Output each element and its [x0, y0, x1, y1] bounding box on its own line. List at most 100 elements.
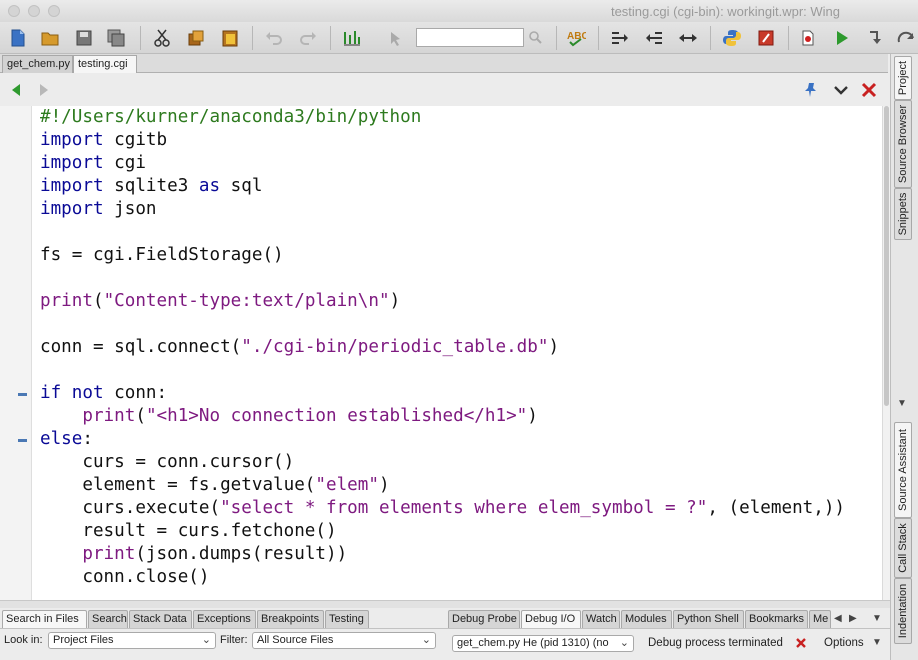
toolbar-search-input[interactable] — [416, 28, 524, 47]
scrollbar-thumb[interactable] — [884, 106, 889, 406]
save-icon[interactable] — [74, 28, 94, 48]
tab-me[interactable]: Me — [809, 610, 831, 628]
tab-source-browser[interactable]: Source Browser — [894, 100, 912, 188]
tab-breakpoints[interactable]: Breakpoints — [257, 610, 324, 628]
debug-close-icon[interactable] — [795, 637, 807, 649]
tab-watch[interactable]: Watch — [582, 610, 620, 628]
code-line[interactable]: curs = conn.cursor() — [40, 451, 845, 474]
reformat-icon[interactable] — [678, 28, 698, 48]
tab-scroll-right-icon[interactable]: ▶ — [849, 613, 857, 624]
run-icon[interactable] — [832, 28, 852, 48]
step-over-icon[interactable] — [896, 28, 916, 48]
code-line[interactable]: result = curs.fetchone() — [40, 520, 845, 543]
code-line[interactable]: element = fs.getvalue("elem") — [40, 474, 845, 497]
tab-indentation[interactable]: Indentation — [894, 578, 912, 644]
copy-icon[interactable] — [186, 28, 206, 48]
tab-call-stack[interactable]: Call Stack — [894, 518, 912, 578]
editor-scrollbar[interactable] — [882, 106, 890, 600]
undo-icon[interactable] — [264, 28, 284, 48]
select-icon[interactable] — [386, 28, 406, 48]
open-folder-icon[interactable] — [40, 28, 60, 48]
code-content[interactable]: #!/Users/kurner/anaconda3/bin/python impo… — [40, 106, 845, 589]
bottom-left-tab-bar: Search in Files Search Stack Data Except… — [0, 608, 442, 628]
tab-testing-cgi[interactable]: testing.cgi — [73, 55, 137, 73]
tab-project[interactable]: Project — [894, 56, 912, 100]
code-token: ) — [389, 291, 401, 311]
code-line[interactable]: import cgitb — [40, 129, 845, 152]
code-line[interactable] — [40, 359, 845, 382]
breakpoint-icon[interactable] — [798, 28, 818, 48]
code-line[interactable]: conn = sql.connect("./cgi-bin/periodic_t… — [40, 336, 845, 359]
tab-scroll-left-icon[interactable]: ◀ — [834, 613, 842, 624]
code-line[interactable] — [40, 221, 845, 244]
minimize-window-button[interactable] — [28, 5, 40, 17]
back-arrow-icon[interactable] — [8, 81, 26, 99]
code-line[interactable] — [40, 313, 845, 336]
redo-icon[interactable] — [298, 28, 318, 48]
chevron-down-icon[interactable] — [832, 81, 850, 99]
close-window-button[interactable] — [8, 5, 20, 17]
tab-get-chem-py[interactable]: get_chem.py — [2, 55, 73, 73]
options-menu-button[interactable]: Options — [824, 637, 864, 649]
fold-marker[interactable] — [18, 393, 27, 396]
code-editor[interactable]: #!/Users/kurner/anaconda3/bin/python impo… — [0, 106, 882, 600]
code-line[interactable]: import json — [40, 198, 845, 221]
indent-guide-icon[interactable] — [342, 28, 362, 48]
code-token: conn = sql.connect( — [40, 337, 242, 357]
tab-stack-data[interactable]: Stack Data — [129, 610, 192, 628]
tab-bookmarks[interactable]: Bookmarks — [745, 610, 808, 628]
tab-debug-io[interactable]: Debug I/O — [521, 610, 581, 628]
code-line[interactable]: import sqlite3 as sql — [40, 175, 845, 198]
tab-modules[interactable]: Modules — [621, 610, 672, 628]
new-file-icon[interactable] — [8, 28, 28, 48]
chevron-down-icon: ⌄ — [619, 637, 629, 649]
paste-icon[interactable] — [220, 28, 240, 48]
filter-select[interactable]: All Source Files ⌄ — [252, 632, 436, 649]
close-icon[interactable] — [860, 81, 878, 99]
tab-search[interactable]: Search — [88, 610, 128, 628]
python-icon[interactable] — [722, 28, 742, 48]
tab-search-in-files[interactable]: Search in Files — [2, 610, 87, 628]
forward-arrow-icon[interactable] — [34, 81, 52, 99]
fold-marker[interactable] — [18, 439, 27, 442]
code-line[interactable]: print("Content-type:text/plain\n") — [40, 290, 845, 313]
search-icon[interactable] — [526, 28, 546, 48]
tab-exceptions[interactable]: Exceptions — [193, 610, 256, 628]
debug-process-select[interactable]: get_chem.py He (pid 1310) (no ⌄ — [452, 635, 634, 652]
zoom-window-button[interactable] — [48, 5, 60, 17]
code-token: "./cgi-bin/periodic_table.db" — [241, 337, 549, 357]
code-token: sqlite3 — [103, 176, 199, 196]
tab-python-shell[interactable]: Python Shell — [673, 610, 744, 628]
look-in-select[interactable]: Project Files ⌄ — [48, 632, 216, 649]
tab-snippets[interactable]: Snippets — [894, 188, 912, 240]
options-dropdown-icon[interactable]: ▼ — [872, 637, 882, 648]
editor-gutter[interactable] — [0, 106, 32, 600]
code-line[interactable]: else: — [40, 428, 845, 451]
tab-testing[interactable]: Testing — [325, 610, 369, 628]
code-line[interactable]: curs.execute("select * from elements whe… — [40, 497, 845, 520]
debug-settings-icon[interactable] — [756, 28, 776, 48]
pin-icon[interactable] — [802, 81, 820, 99]
code-line[interactable]: fs = cgi.FieldStorage() — [40, 244, 845, 267]
cut-icon[interactable] — [152, 28, 172, 48]
code-token: , (element,)) — [707, 498, 846, 518]
spell-check-icon[interactable]: ABC — [566, 28, 586, 48]
code-line[interactable]: if not conn: — [40, 382, 845, 405]
code-line[interactable]: print(json.dumps(result)) — [40, 543, 845, 566]
code-line[interactable]: conn.close() — [40, 566, 845, 589]
code-line[interactable]: import cgi — [40, 152, 845, 175]
code-line[interactable]: print("<h1>No connection established</h1… — [40, 405, 845, 428]
indent-icon[interactable] — [610, 28, 630, 48]
panel-splitter[interactable] — [0, 600, 890, 608]
step-into-icon[interactable] — [866, 28, 886, 48]
code-token: element = fs.getvalue( — [40, 475, 316, 495]
tab-debug-probe[interactable]: Debug Probe — [448, 610, 520, 628]
outdent-icon[interactable] — [644, 28, 664, 48]
tab-source-assistant[interactable]: Source Assistant — [894, 422, 912, 518]
code-line[interactable]: #!/Users/kurner/anaconda3/bin/python — [40, 106, 845, 129]
side-scroll-down-icon[interactable]: ▼ — [897, 398, 907, 409]
code-line[interactable] — [40, 267, 845, 290]
tab-list-icon[interactable]: ▼ — [872, 613, 882, 624]
save-all-icon[interactable] — [106, 28, 126, 48]
toolbar-separator — [330, 26, 331, 50]
